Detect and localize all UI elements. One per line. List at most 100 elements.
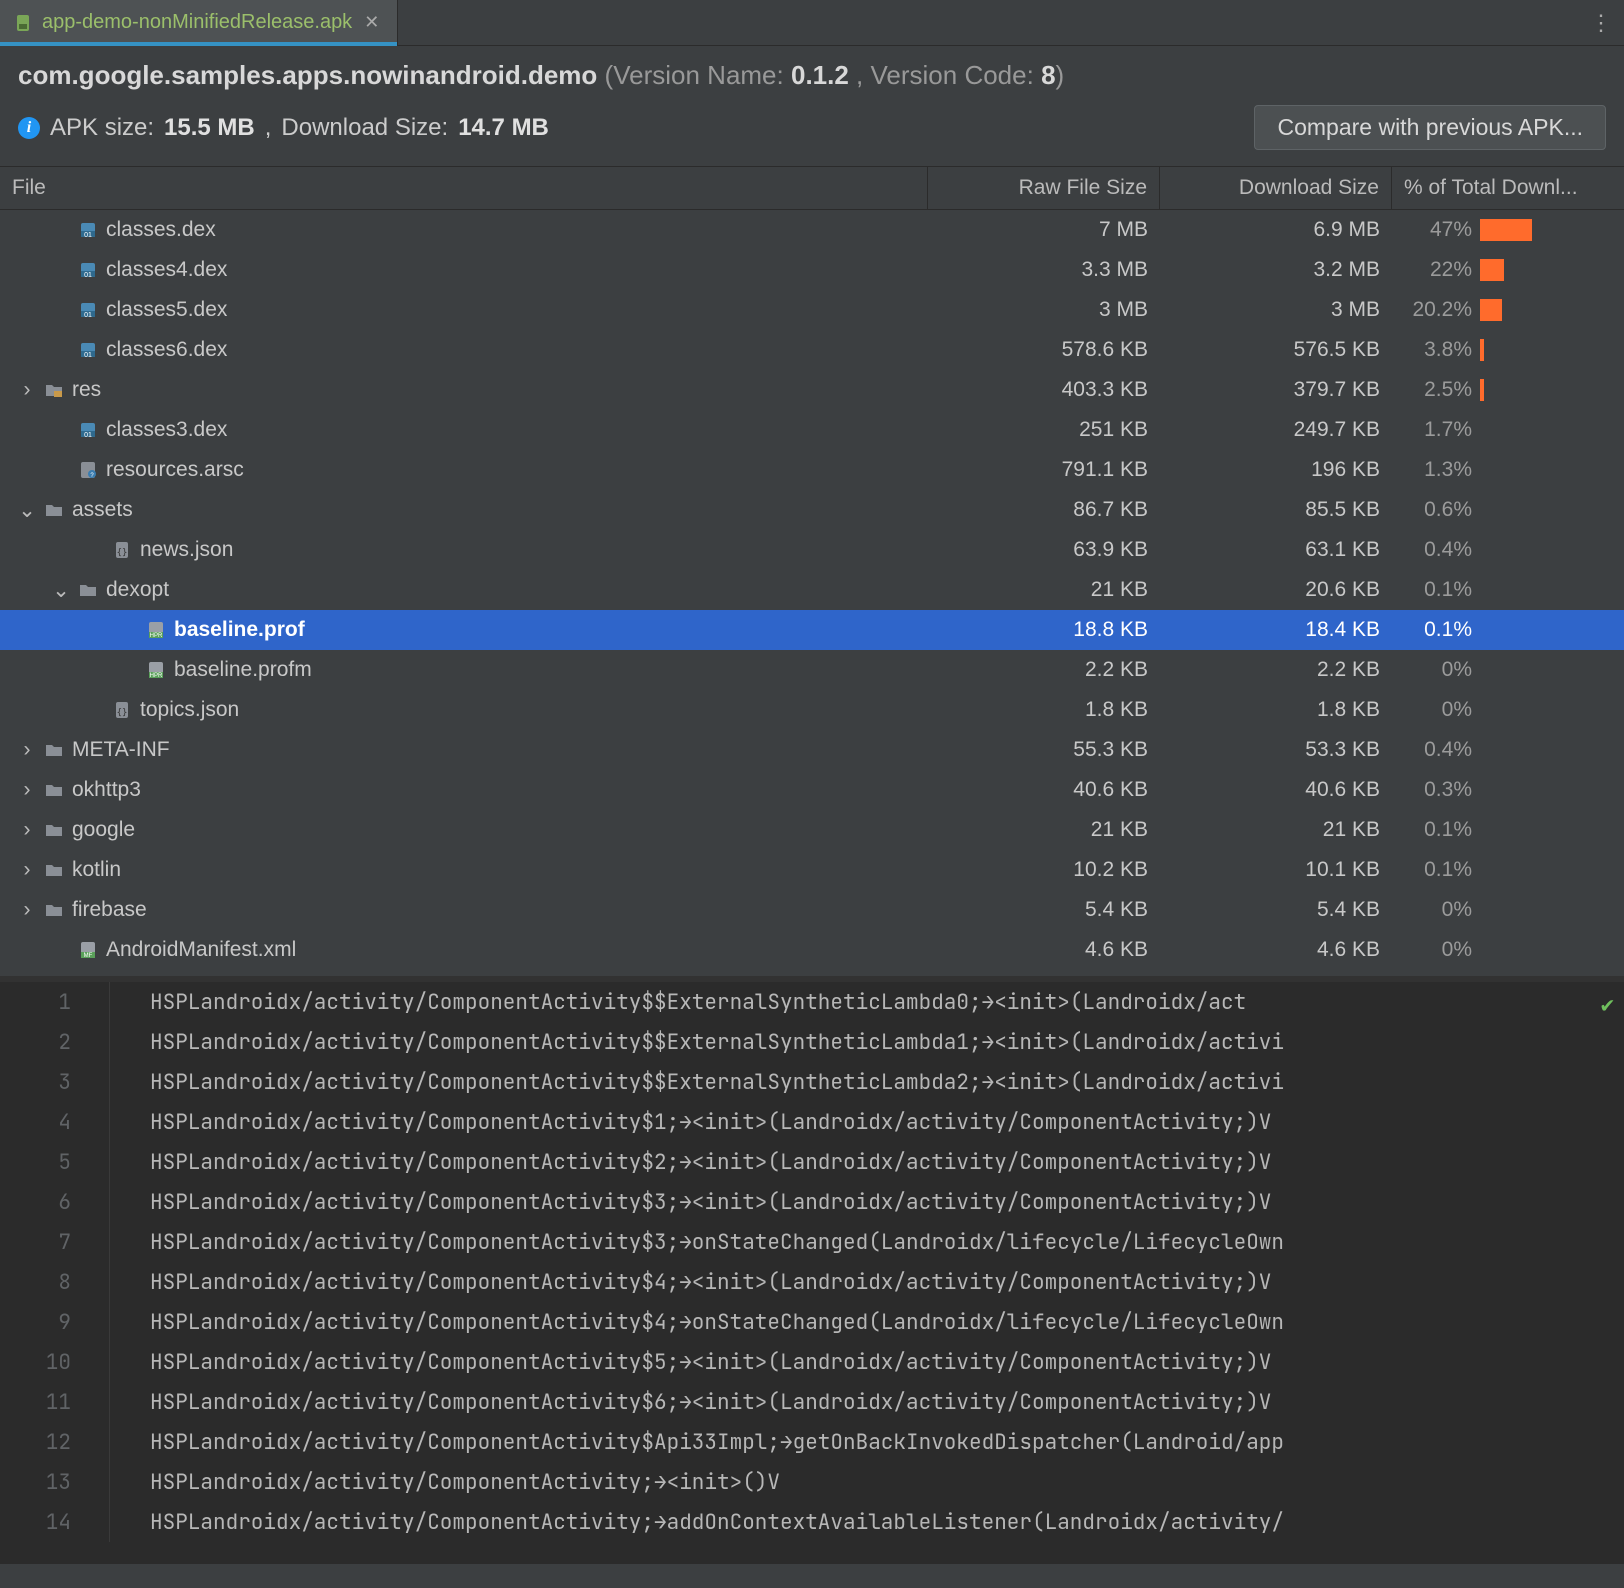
table-row[interactable]: 01classes.dex7 MB6.9 MB47% (0, 210, 1624, 250)
file-table: File Raw File Size Download Size % of To… (0, 166, 1624, 976)
table-row[interactable]: ?resources.arsc791.1 KB196 KB1.3% (0, 450, 1624, 490)
cell-pct: 1.7% (1392, 418, 1624, 442)
tab-overflow-menu-icon[interactable]: ⋮ (1578, 0, 1624, 45)
folder-icon (44, 900, 64, 920)
table-row[interactable]: ›META-INF55.3 KB53.3 KB0.4% (0, 730, 1624, 770)
code-line[interactable]: 5HSPLandroidx/activity/ComponentActivity… (0, 1142, 1624, 1182)
package-line: com.google.samples.apps.nowinandroid.dem… (18, 60, 1606, 91)
dex-icon: 01 (78, 420, 98, 440)
col-raw-size[interactable]: Raw File Size (928, 167, 1160, 209)
folder-icon (44, 500, 64, 520)
cell-pct: 3.8% (1392, 338, 1624, 362)
cell-raw-size: 4.6 KB (928, 938, 1160, 962)
col-file[interactable]: File (0, 167, 928, 209)
table-row[interactable]: HPRbaseline.prof18.8 KB18.4 KB0.1% (0, 610, 1624, 650)
code-line[interactable]: 12HSPLandroidx/activity/ComponentActivit… (0, 1422, 1624, 1462)
table-row[interactable]: {}news.json63.9 KB63.1 KB0.4% (0, 530, 1624, 570)
table-row[interactable]: MFAndroidManifest.xml4.6 KB4.6 KB0% (0, 930, 1624, 970)
folder-icon (44, 820, 64, 840)
tree-chevron-icon[interactable]: › (18, 378, 36, 402)
code-text: HSPLandroidx/activity/ComponentActivity$… (110, 1109, 1624, 1136)
col-download-size[interactable]: Download Size (1160, 167, 1392, 209)
table-row[interactable]: 01classes4.dex3.3 MB3.2 MB22% (0, 250, 1624, 290)
table-row[interactable]: ›res403.3 KB379.7 KB2.5% (0, 370, 1624, 410)
tree-chevron-icon[interactable]: › (18, 778, 36, 802)
table-row[interactable]: 01classes3.dex251 KB249.7 KB1.7% (0, 410, 1624, 450)
line-number: 2 (0, 1022, 110, 1062)
cell-file: 01classes3.dex (0, 410, 928, 450)
json-icon: {} (112, 700, 132, 720)
table-row[interactable]: ⌄dexopt21 KB20.6 KB0.1% (0, 570, 1624, 610)
line-number: 5 (0, 1142, 110, 1182)
folder-r-icon (44, 380, 64, 400)
code-line[interactable]: 2HSPLandroidx/activity/ComponentActivity… (0, 1022, 1624, 1062)
cell-file: › META-INF (0, 730, 928, 770)
editor-tab[interactable]: app-demo-nonMinifiedRelease.apk ✕ (0, 0, 398, 45)
code-line[interactable]: 6HSPLandroidx/activity/ComponentActivity… (0, 1182, 1624, 1222)
cell-raw-size: 86.7 KB (928, 498, 1160, 522)
table-row[interactable]: ⌄assets86.7 KB85.5 KB0.6% (0, 490, 1624, 530)
code-text: HSPLandroidx/activity/ComponentActivity$… (110, 1229, 1624, 1256)
code-text: HSPLandroidx/activity/ComponentActivity;… (110, 1509, 1624, 1536)
tree-chevron-icon[interactable]: › (18, 898, 36, 922)
col-pct[interactable]: % of Total Downl... (1392, 167, 1624, 209)
hpr-icon: HPR (146, 660, 166, 680)
cell-download-size: 3.2 MB (1160, 258, 1392, 282)
table-row[interactable]: ›kotlin10.2 KB10.1 KB0.1% (0, 850, 1624, 890)
cell-raw-size: 251 KB (928, 418, 1160, 442)
apk-size: 15.5 MB (164, 114, 255, 142)
tree-chevron-icon[interactable]: ⌄ (18, 498, 36, 523)
cell-raw-size: 55.3 KB (928, 738, 1160, 762)
tree-chevron-icon[interactable]: › (18, 738, 36, 762)
table-row[interactable]: ›okhttp340.6 KB40.6 KB0.3% (0, 770, 1624, 810)
code-line[interactable]: 8HSPLandroidx/activity/ComponentActivity… (0, 1262, 1624, 1302)
tree-chevron-icon[interactable]: › (18, 818, 36, 842)
pct-text: 0% (1404, 658, 1472, 682)
cell-raw-size: 5.4 KB (928, 898, 1160, 922)
file-name: news.json (140, 538, 233, 562)
code-text: HSPLandroidx/activity/ComponentActivity$… (110, 1349, 1624, 1376)
pct-text: 0.6% (1404, 498, 1472, 522)
close-icon[interactable]: ✕ (360, 12, 383, 33)
info-icon[interactable]: i (18, 117, 40, 139)
cell-pct: 0.1% (1392, 578, 1624, 602)
code-line[interactable]: 11HSPLandroidx/activity/ComponentActivit… (0, 1382, 1624, 1422)
file-name: baseline.prof (174, 618, 305, 642)
code-line[interactable]: 3HSPLandroidx/activity/ComponentActivity… (0, 1062, 1624, 1102)
pct-text: 2.5% (1404, 378, 1472, 402)
table-row[interactable]: 01classes6.dex578.6 KB576.5 KB3.8% (0, 330, 1624, 370)
cell-raw-size: 21 KB (928, 578, 1160, 602)
compare-apk-button[interactable]: Compare with previous APK... (1254, 105, 1606, 150)
cell-file: HPRbaseline.profm (0, 650, 928, 690)
code-line[interactable]: 4HSPLandroidx/activity/ComponentActivity… (0, 1102, 1624, 1142)
tree-chevron-icon[interactable]: ⌄ (52, 578, 70, 603)
code-line[interactable]: 9HSPLandroidx/activity/ComponentActivity… (0, 1302, 1624, 1342)
table-header: File Raw File Size Download Size % of To… (0, 166, 1624, 210)
cell-download-size: 85.5 KB (1160, 498, 1392, 522)
table-row[interactable]: ›firebase5.4 KB5.4 KB0% (0, 890, 1624, 930)
file-name: topics.json (140, 698, 239, 722)
line-number: 4 (0, 1102, 110, 1142)
table-row[interactable]: {}topics.json1.8 KB1.8 KB0% (0, 690, 1624, 730)
file-name: META-INF (72, 738, 170, 762)
table-row[interactable]: HPRbaseline.profm2.2 KB2.2 KB0% (0, 650, 1624, 690)
code-line[interactable]: 7HSPLandroidx/activity/ComponentActivity… (0, 1222, 1624, 1262)
hpr-icon: HPR (146, 620, 166, 640)
cell-download-size: 40.6 KB (1160, 778, 1392, 802)
file-name: resources.arsc (106, 458, 244, 482)
cell-file: 01classes.dex (0, 210, 928, 250)
folder-icon (78, 580, 98, 600)
cell-pct: 0.1% (1392, 858, 1624, 882)
code-line[interactable]: 1HSPLandroidx/activity/ComponentActivity… (0, 982, 1624, 1022)
line-number: 11 (0, 1382, 110, 1422)
code-line[interactable]: 14HSPLandroidx/activity/ComponentActivit… (0, 1502, 1624, 1542)
file-content-viewer: ✔ 1HSPLandroidx/activity/ComponentActivi… (0, 976, 1624, 1564)
svg-text:01: 01 (84, 272, 92, 279)
code-line[interactable]: 13HSPLandroidx/activity/ComponentActivit… (0, 1462, 1624, 1502)
table-row[interactable]: 01classes5.dex3 MB3 MB20.2% (0, 290, 1624, 330)
tree-chevron-icon[interactable]: › (18, 858, 36, 882)
code-line[interactable]: 10HSPLandroidx/activity/ComponentActivit… (0, 1342, 1624, 1382)
pct-text: 0% (1404, 698, 1472, 722)
cell-download-size: 10.1 KB (1160, 858, 1392, 882)
table-row[interactable]: ›google21 KB21 KB0.1% (0, 810, 1624, 850)
